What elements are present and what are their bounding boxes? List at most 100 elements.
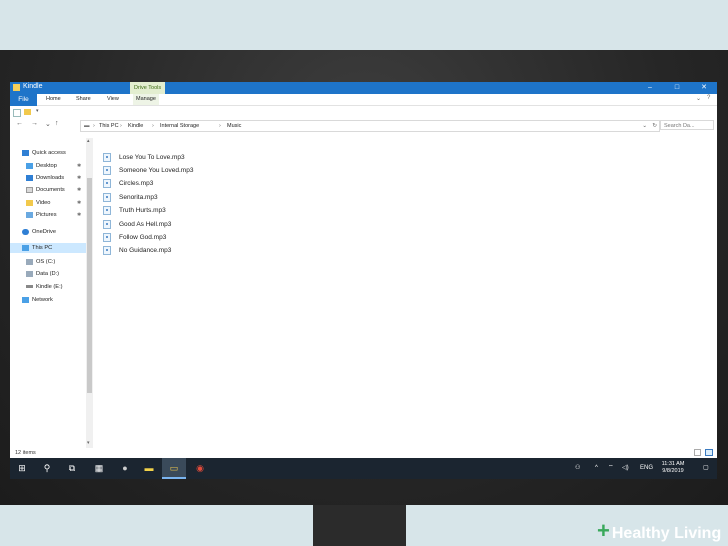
properties-icon[interactable] xyxy=(13,109,21,117)
crumb-separator: › xyxy=(93,123,95,129)
watermark-text: Healthy Living xyxy=(611,525,722,542)
nav-video[interactable]: Video ✱ xyxy=(26,198,81,208)
minimize-button[interactable]: – xyxy=(639,82,661,94)
details-view-icon[interactable] xyxy=(694,449,701,456)
app-icon[interactable]: ● xyxy=(113,458,137,479)
nav-label: Desktop xyxy=(36,163,57,169)
list-item[interactable]: Circles.mp3 xyxy=(103,178,153,190)
chrome-icon[interactable]: ◉ xyxy=(188,458,212,479)
search-input[interactable]: Search Da... xyxy=(660,120,714,130)
download-icon xyxy=(26,174,33,181)
folder-icon xyxy=(13,84,20,91)
file-name: Circles.mp3 xyxy=(119,180,154,187)
watermark: + Healthy Living xyxy=(597,518,722,543)
crumb-kindle[interactable]: Kindle xyxy=(128,121,143,131)
nav-pictures[interactable]: Pictures ✱ xyxy=(26,210,81,220)
chevron-up-icon[interactable]: ^ xyxy=(595,458,598,479)
list-item[interactable]: Lose You To Love.mp3 xyxy=(103,152,185,164)
start-button[interactable]: ⊞ xyxy=(10,458,34,479)
nav-label: Documents xyxy=(36,187,65,193)
list-item[interactable]: Follow God.mp3 xyxy=(103,232,166,244)
clock-time: 11:31 AM xyxy=(661,461,685,467)
crumb-separator: › xyxy=(152,123,154,129)
nav-data-d[interactable]: Data (D:) xyxy=(26,269,59,279)
nav-desktop[interactable]: Desktop ✱ xyxy=(26,161,81,171)
clock[interactable]: 11:31 AM 9/8/2019 xyxy=(658,461,688,475)
refresh-icon[interactable]: ↻ xyxy=(652,121,657,131)
audio-file-icon xyxy=(103,192,111,202)
window-title: Kindle xyxy=(23,83,43,90)
crumb-this-pc[interactable]: This PC xyxy=(99,121,119,131)
notifications-icon[interactable]: ▢ xyxy=(703,458,709,479)
ribbon-tabs: File Home Share View Manage ⌄ ? xyxy=(10,94,717,106)
nav-network[interactable]: Network xyxy=(22,295,53,305)
nav-os-c[interactable]: OS (C:) xyxy=(26,257,55,267)
pin-icon: ✱ xyxy=(77,163,82,169)
sticky-notes-icon[interactable]: ▬ xyxy=(137,458,161,479)
monitor-stand xyxy=(313,505,406,546)
list-item[interactable]: No Guidance.mp3 xyxy=(103,245,171,257)
title-bar[interactable]: Kindle Drive Tools – □ ✕ xyxy=(10,82,717,94)
tab-share[interactable]: Share xyxy=(76,94,91,105)
nav-onedrive[interactable]: OneDrive xyxy=(22,227,56,237)
recent-locations-button[interactable]: ⌄ xyxy=(45,120,51,128)
tab-manage[interactable]: Manage xyxy=(133,94,159,105)
file-name: Good As Hell.mp3 xyxy=(119,221,172,228)
back-button[interactable]: ← xyxy=(16,120,23,127)
network-tray-icon[interactable]: ⌔ xyxy=(608,458,614,479)
task-view-icon[interactable]: ⧉ xyxy=(60,458,84,479)
list-item[interactable]: Truth Hurts.mp3 xyxy=(103,205,166,217)
crumb-internal-storage[interactable]: Internal Storage xyxy=(160,121,199,131)
address-dropdown-icon[interactable]: ⌄ xyxy=(642,121,647,131)
crumb-separator: › xyxy=(219,123,221,129)
help-icon[interactable]: ? xyxy=(707,95,710,101)
tab-view[interactable]: View xyxy=(107,94,119,105)
nav-scrollbar[interactable]: ▴ ▾ xyxy=(86,138,93,448)
desktop-icon xyxy=(26,162,33,169)
nav-downloads[interactable]: Downloads ✱ xyxy=(26,173,81,183)
crumb-music[interactable]: Music xyxy=(227,121,241,131)
nav-kindle-e[interactable]: Kindle (E:) xyxy=(26,282,63,292)
scrollbar-thumb[interactable] xyxy=(87,178,92,393)
list-item[interactable]: Someone You Loved.mp3 xyxy=(103,165,193,177)
language-indicator[interactable]: ENG xyxy=(640,458,653,479)
tab-home[interactable]: Home xyxy=(46,94,61,105)
drive-icon xyxy=(26,258,33,265)
status-bar: 12 items xyxy=(10,448,717,458)
new-folder-icon[interactable] xyxy=(24,109,31,115)
chevron-down-icon[interactable]: ▾ xyxy=(36,108,39,114)
large-icons-view-icon[interactable] xyxy=(705,449,713,456)
list-item[interactable]: Good As Hell.mp3 xyxy=(103,219,171,231)
tab-file[interactable]: File xyxy=(10,94,37,106)
nav-label: OneDrive xyxy=(32,229,57,235)
people-icon[interactable]: ⚇ xyxy=(575,458,580,479)
taskbar: ⊞ ⚲ ⧉ ▦ ● ▬ ▭ ◉ ⚇ ^ ⌔ ◁) ENG 11:31 AM 9/… xyxy=(10,458,717,479)
file-name: No Guidance.mp3 xyxy=(119,247,172,254)
scroll-up-icon[interactable]: ▴ xyxy=(87,138,90,144)
address-bar[interactable]: ▬ › This PC › Kindle › Internal Storage … xyxy=(80,120,660,132)
audio-file-icon xyxy=(103,219,111,229)
search-icon[interactable]: ⚲ xyxy=(35,458,59,479)
scroll-down-icon[interactable]: ▾ xyxy=(87,440,90,446)
close-button[interactable]: ✕ xyxy=(693,82,715,94)
maximize-button[interactable]: □ xyxy=(666,82,688,94)
forward-button[interactable]: → xyxy=(31,120,38,127)
pin-icon: ✱ xyxy=(77,200,82,206)
file-explorer-icon[interactable]: ▭ xyxy=(162,458,186,479)
up-button[interactable]: ↑ xyxy=(55,120,59,127)
nav-this-pc[interactable]: This PC xyxy=(10,243,86,253)
nav-documents[interactable]: Documents ✱ xyxy=(26,185,81,195)
pictures-icon xyxy=(26,211,33,218)
nav-label: This PC xyxy=(32,245,53,251)
calculator-icon[interactable]: ▦ xyxy=(87,458,111,479)
clock-date: 9/8/2019 xyxy=(662,468,684,474)
nav-label: Downloads xyxy=(36,175,65,181)
address-row: ← → ⌄ ↑ ▬ › This PC › Kindle › Internal … xyxy=(10,118,717,132)
list-item[interactable]: Senorita.mp3 xyxy=(103,192,158,204)
volume-icon[interactable]: ◁) xyxy=(622,458,629,479)
nav-quick-access[interactable]: Quick access xyxy=(22,148,66,158)
audio-file-icon xyxy=(103,165,111,175)
ribbon-collapse-icon[interactable]: ⌄ xyxy=(696,95,701,102)
pin-icon: ✱ xyxy=(77,212,82,218)
drive-icon: ▬ xyxy=(84,123,90,129)
